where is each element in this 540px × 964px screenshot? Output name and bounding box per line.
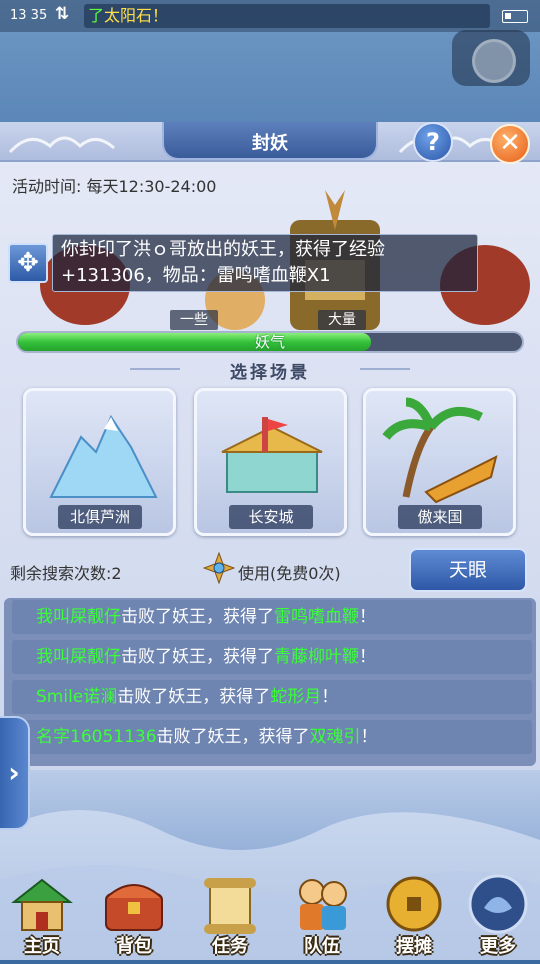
nav-stall-button[interactable]: 摆摊 — [376, 868, 452, 958]
log-item: 蛇形月 — [270, 687, 322, 707]
log-action: 击败了妖王，获得了 — [117, 687, 271, 707]
log-action: 击败了妖王，获得了 — [121, 647, 274, 667]
nav-team-button[interactable]: 队伍 — [284, 868, 360, 958]
log-action: 击败了妖王，获得了 — [156, 727, 310, 747]
scroll-icon — [204, 878, 256, 934]
nav-bag-button[interactable]: 背包 — [96, 868, 172, 958]
scene-card-changan[interactable]: 长安城 — [194, 388, 347, 536]
divider-left — [130, 368, 180, 370]
log-entry: 我叫屎靓仔击败了妖王，获得了青藤柳叶鞭！ — [12, 640, 532, 674]
scene-label: 长安城 — [229, 505, 313, 529]
gauge-label: 妖气 — [254, 333, 285, 351]
network-arrows-icon: ⇅ — [55, 4, 70, 24]
move-icon[interactable]: ✥ — [8, 243, 48, 283]
house-icon — [11, 878, 73, 931]
battery-icon — [502, 10, 528, 23]
nav-label: 主页 — [24, 936, 60, 957]
drop-log: 我叫屎靓仔击败了妖王，获得了雷鸣嗜血鞭！ 我叫屎靓仔击败了妖王，获得了青藤柳叶鞭… — [4, 598, 536, 766]
title-tab: 封妖 — [162, 122, 378, 160]
nav-quest-button[interactable]: 任务 — [192, 868, 268, 958]
nav-home-button[interactable]: 主页 — [4, 868, 80, 958]
log-entry: Smile诺澜击败了妖王，获得了蛇形月！ — [12, 680, 532, 714]
city-gate-icon — [221, 417, 323, 493]
page-title: 封妖 — [252, 133, 288, 154]
sky-eye-button[interactable]: 天眼 — [409, 548, 527, 592]
nav-label: 更多 — [480, 936, 516, 957]
use-free-count: 使用(免费0次) — [238, 564, 341, 583]
scene-label: 傲来国 — [398, 505, 482, 529]
log-item: 青藤柳叶鞭 — [274, 647, 359, 667]
coin-icon — [386, 876, 442, 932]
log-entry: 我叫屎靓仔击败了妖王，获得了雷鸣嗜血鞭！ — [12, 600, 532, 634]
expand-side-arrow[interactable]: › — [0, 716, 30, 830]
log-item: 雷鸣嗜血鞭 — [274, 607, 359, 627]
ticker-prefix: 了 — [88, 6, 105, 25]
log-player: Smile诺澜 — [36, 687, 118, 707]
log-player: 我叫屎靓仔 — [36, 607, 121, 627]
log-action: 击败了妖王，获得了 — [121, 607, 274, 627]
assistive-touch-button[interactable] — [452, 30, 530, 86]
team-icon — [299, 879, 347, 930]
scene-label: 北俱芦洲 — [58, 505, 142, 529]
log-item: 双魂引 — [309, 727, 361, 747]
ticker-text: 太阳石！ — [104, 6, 169, 25]
chest-icon — [105, 884, 163, 931]
bottom-scenery — [0, 770, 540, 960]
nav-label: 背包 — [116, 936, 152, 957]
help-button[interactable]: ? — [413, 122, 453, 162]
divider-right — [360, 368, 410, 370]
game-view-strip: 13 35 ⇅ 了太阳石！ — [0, 0, 540, 122]
remaining-searches: 剩余搜索次数:2 — [10, 564, 122, 583]
more-orb-icon — [468, 874, 528, 934]
ice-mountain-icon — [49, 414, 158, 498]
log-end: ！ — [360, 727, 378, 747]
nav-label: 摆摊 — [396, 936, 432, 957]
close-button[interactable]: ✕ — [490, 124, 530, 164]
log-player: 我叫屎靓仔 — [36, 647, 121, 667]
news-ticker: 了太阳石！ — [84, 4, 490, 28]
palm-boat-icon — [382, 397, 498, 504]
nav-label: 任务 — [212, 936, 248, 957]
scene-section-title: 选择场景 — [230, 363, 310, 383]
log-end: ！ — [321, 687, 339, 707]
nav-label: 队伍 — [304, 936, 340, 957]
scene-card-aolaiguo[interactable]: 傲来国 — [363, 388, 516, 536]
demon-aura-gauge: 妖气 — [16, 331, 524, 353]
log-player: 名字16051136 — [36, 727, 157, 747]
status-bar: 13 35 ⇅ 了太阳石！ — [0, 0, 540, 32]
compass-star-icon — [203, 552, 235, 584]
log-entry: 名字16051136击败了妖王，获得了双魂引！ — [12, 720, 532, 754]
gauge-low-label: 一些 — [170, 310, 218, 330]
nav-more-button[interactable]: 更多 — [460, 868, 536, 958]
scene-card-beijuluzhou[interactable]: 北俱芦洲 — [23, 388, 176, 536]
cloud-backdrop — [0, 810, 540, 960]
log-end: ！ — [359, 607, 376, 627]
panel-header: 封妖 — [0, 122, 540, 162]
log-end: ！ — [359, 647, 376, 667]
seal-result-notification: 你封印了洪ｏ哥放出的妖王，获得了经验+131306，物品：雷鸣嗜血鞭X1 — [52, 234, 478, 292]
gauge-high-label: 大量 — [318, 310, 366, 330]
clock: 13 35 — [10, 8, 48, 23]
